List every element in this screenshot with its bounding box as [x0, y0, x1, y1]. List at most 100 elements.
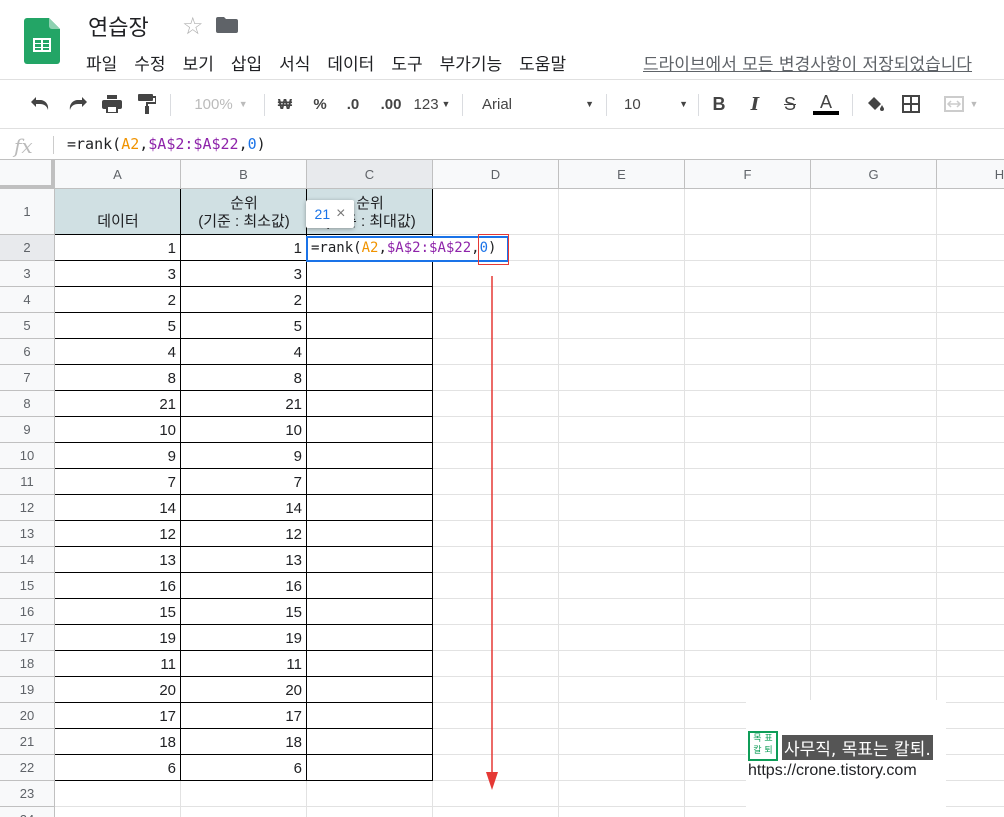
document-title[interactable]: 연습장	[88, 10, 149, 42]
column-header-c[interactable]: C	[307, 160, 433, 189]
row-header-17[interactable]: 17	[0, 625, 55, 651]
rank-max-cell[interactable]	[307, 547, 433, 573]
cell[interactable]	[307, 807, 433, 817]
rank-min-cell[interactable]: 17	[181, 703, 307, 729]
row-header-9[interactable]: 9	[0, 417, 55, 443]
star-icon[interactable]: ☆	[182, 12, 204, 41]
row-header-2[interactable]: 2	[0, 235, 55, 261]
redo-icon[interactable]	[64, 92, 88, 116]
data-cell-a[interactable]: 16	[55, 573, 181, 599]
rank-min-cell[interactable]: 10	[181, 417, 307, 443]
cell[interactable]	[559, 625, 685, 651]
cell[interactable]	[937, 469, 1004, 495]
column-header-a[interactable]: A	[55, 160, 181, 189]
column-header-h[interactable]: H	[937, 160, 1004, 189]
zoom-select[interactable]: 100% ▼	[186, 92, 256, 116]
rank-min-cell[interactable]: 1	[181, 235, 307, 261]
data-cell-a[interactable]: 13	[55, 547, 181, 573]
cell[interactable]	[811, 521, 937, 547]
row-header-12[interactable]: 12	[0, 495, 55, 521]
cell[interactable]	[559, 807, 685, 817]
cell[interactable]	[559, 677, 685, 703]
cell[interactable]	[559, 521, 685, 547]
cell[interactable]	[559, 781, 685, 807]
cell[interactable]	[559, 599, 685, 625]
rank-max-cell[interactable]	[307, 599, 433, 625]
cell[interactable]	[937, 287, 1004, 313]
cell[interactable]	[937, 365, 1004, 391]
rank-max-cell[interactable]	[307, 625, 433, 651]
cell[interactable]	[685, 469, 811, 495]
strikethrough-button[interactable]: S	[781, 92, 799, 116]
cell[interactable]	[811, 189, 937, 235]
cell[interactable]	[559, 703, 685, 729]
rank-max-cell[interactable]	[307, 495, 433, 521]
cell[interactable]	[811, 547, 937, 573]
row-header-16[interactable]: 16	[0, 599, 55, 625]
data-cell-a[interactable]: 15	[55, 599, 181, 625]
cell[interactable]	[559, 261, 685, 287]
rank-min-cell[interactable]: 4	[181, 339, 307, 365]
cell[interactable]	[685, 365, 811, 391]
column-header-e[interactable]: E	[559, 160, 685, 189]
undo-icon[interactable]	[30, 92, 54, 116]
row-header-13[interactable]: 13	[0, 521, 55, 547]
cell[interactable]	[811, 339, 937, 365]
column-header-d[interactable]: D	[433, 160, 559, 189]
bold-button[interactable]: B	[710, 92, 728, 116]
rank-min-cell[interactable]: 11	[181, 651, 307, 677]
rank-min-cell[interactable]: 9	[181, 443, 307, 469]
cell[interactable]	[937, 417, 1004, 443]
rank-max-cell[interactable]	[307, 261, 433, 287]
cell[interactable]	[811, 313, 937, 339]
cell[interactable]	[937, 495, 1004, 521]
data-cell-a[interactable]: 10	[55, 417, 181, 443]
cell[interactable]	[559, 287, 685, 313]
paint-format-icon[interactable]	[135, 92, 159, 116]
cell[interactable]	[811, 235, 937, 261]
row-header-5[interactable]: 5	[0, 313, 55, 339]
cell[interactable]	[811, 287, 937, 313]
row-header-1[interactable]: 1	[0, 189, 55, 235]
rank-min-cell[interactable]: 20	[181, 677, 307, 703]
menu-help[interactable]: 도움말	[519, 50, 566, 75]
row-header-7[interactable]: 7	[0, 365, 55, 391]
row-header-6[interactable]: 6	[0, 339, 55, 365]
close-icon[interactable]: ×	[336, 205, 345, 223]
cell[interactable]	[811, 495, 937, 521]
cell[interactable]	[559, 755, 685, 781]
rank-min-cell[interactable]: 12	[181, 521, 307, 547]
rank-min-cell[interactable]: 13	[181, 547, 307, 573]
data-cell-a[interactable]: 3	[55, 261, 181, 287]
cell[interactable]	[181, 781, 307, 807]
cell[interactable]	[937, 443, 1004, 469]
row-header-14[interactable]: 14	[0, 547, 55, 573]
cell[interactable]	[559, 443, 685, 469]
rank-min-cell[interactable]: 2	[181, 287, 307, 313]
cell[interactable]	[559, 189, 685, 235]
cell[interactable]	[811, 261, 937, 287]
row-header-22[interactable]: 22	[0, 755, 55, 781]
cell[interactable]	[937, 781, 1004, 807]
rank-max-cell[interactable]	[307, 417, 433, 443]
cell[interactable]	[55, 807, 181, 817]
merge-cells-button[interactable]: ▼	[938, 92, 984, 116]
rank-min-cell[interactable]: 3	[181, 261, 307, 287]
cell[interactable]	[937, 599, 1004, 625]
column-header-g[interactable]: G	[811, 160, 937, 189]
data-cell-a[interactable]: 21	[55, 391, 181, 417]
cell[interactable]	[685, 495, 811, 521]
cell[interactable]	[685, 339, 811, 365]
data-cell-a[interactable]: 9	[55, 443, 181, 469]
cell[interactable]	[685, 235, 811, 261]
print-icon[interactable]	[100, 92, 124, 116]
cell[interactable]	[937, 391, 1004, 417]
cell[interactable]	[433, 807, 559, 817]
data-cell-a[interactable]: 19	[55, 625, 181, 651]
cell[interactable]	[811, 651, 937, 677]
rank-max-cell[interactable]	[307, 391, 433, 417]
decrease-decimal-button[interactable]: .0	[342, 92, 364, 116]
column-header-b[interactable]: B	[181, 160, 307, 189]
cell[interactable]	[685, 261, 811, 287]
cell[interactable]	[937, 625, 1004, 651]
